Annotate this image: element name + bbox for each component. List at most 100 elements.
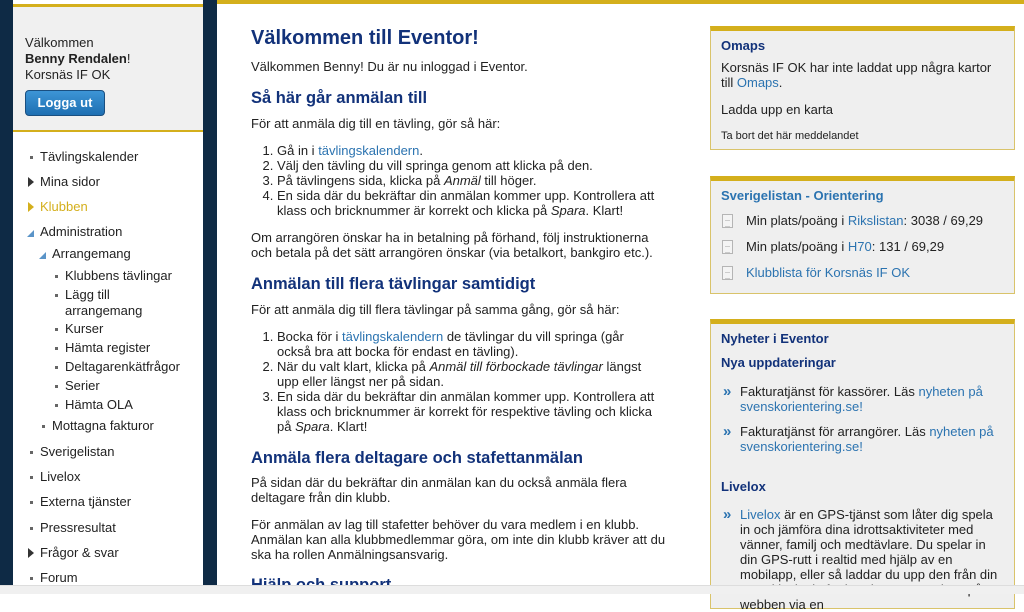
nav-externa-tjanster[interactable]: Externa tjänster (27, 494, 131, 510)
payment-text: Om arrangören önskar ha in betalning på … (251, 230, 653, 260)
left-frame (0, 0, 13, 593)
nav-administration[interactable]: Administration (27, 224, 122, 240)
rikslistan-link[interactable]: Rikslistan (848, 213, 904, 228)
sidebar: Välkommen Benny Rendalen! Korsnäs IF OK … (13, 0, 203, 593)
nav-mina-sidor[interactable]: Mina sidor (27, 174, 100, 190)
step-emphasis: Anmäl till förbockade tävlingar (429, 359, 603, 374)
step-item: När du valt klart, klicka på Anmäl till … (277, 359, 661, 389)
expand-arrow-icon (27, 199, 37, 215)
collapse-arrow-icon (27, 224, 37, 240)
nav-pressresultat[interactable]: Pressresultat (27, 520, 116, 536)
nav-label: Klubbens tävlingar (65, 268, 172, 283)
bullet-icon (52, 359, 62, 375)
bullet-icon (27, 570, 37, 586)
bullet-icon (52, 378, 62, 394)
collapse-arrow-icon (39, 246, 49, 262)
bullet-icon (52, 287, 62, 303)
section1-lead: För att anmäla dig till en tävling, gör … (251, 116, 501, 131)
step-text: Gå in i (277, 143, 319, 158)
bullet-icon (39, 418, 49, 434)
h70-link[interactable]: H70 (848, 239, 872, 254)
exclaim: ! (126, 51, 131, 66)
nav-label: Kurser (65, 321, 104, 336)
nav-kurser[interactable]: Kurser (52, 321, 103, 337)
upload-map-link[interactable]: Ladda upp en karta (721, 102, 1006, 117)
h70-row: Min plats/poäng i H70: 131 / 69,29 (746, 239, 1024, 254)
nav-forum[interactable]: Forum (27, 570, 78, 586)
nav-livelox[interactable]: Livelox (27, 469, 80, 485)
step-item: En sida där du bekräftar din anmälan kom… (277, 389, 661, 434)
punctuation: . (778, 75, 783, 90)
registration-steps: Gå in i tävlingskalendern. Välj den tävl… (251, 143, 661, 218)
nav-lagg-till-arrangemang[interactable]: Lägg till arrangemang (52, 287, 162, 319)
nav-tavlingskalender[interactable]: Tävlingskalender (27, 149, 138, 165)
nav-label: Forum (40, 570, 78, 585)
step-text: . Klart! (329, 419, 368, 434)
logout-button[interactable]: Logga ut (25, 90, 105, 116)
welcome-label: Välkommen (25, 35, 94, 50)
row-label: Min plats/poäng i (746, 239, 848, 254)
nav-arrangemang[interactable]: Arrangemang (39, 246, 131, 262)
bullet-icon (52, 321, 62, 337)
nav-serier[interactable]: Serier (52, 378, 100, 394)
nav-deltagarenkatfragor[interactable]: Deltagarenkätfrågor (52, 359, 180, 375)
sidebar-divider (203, 0, 217, 593)
step-item: En sida där du bekräftar din anmälan kom… (277, 188, 661, 218)
document-icon (722, 214, 733, 228)
nav-label: Mottagna fakturor (52, 418, 154, 433)
nav-fragor-svar[interactable]: Frågor & svar (27, 545, 119, 561)
nav-hamta-ola[interactable]: Hämta OLA (52, 397, 133, 413)
news-item: Fakturatjänst för arrangörer. Läs nyhete… (740, 424, 1005, 454)
klubblista-link[interactable]: Klubblista för Korsnäs IF OK (746, 265, 910, 280)
nav-label: Lägg till arrangemang (65, 287, 143, 318)
nav-klubben[interactable]: Klubben (27, 199, 88, 215)
nav-label: Hämta register (65, 340, 151, 355)
nav-label: Deltagarenkätfrågor (65, 359, 180, 374)
bullet-icon (52, 268, 62, 284)
omaps-link[interactable]: Omaps (737, 75, 779, 90)
nav-label: Klubben (40, 199, 88, 214)
tavlingskalendern-link[interactable]: tävlingskalendern (342, 329, 443, 344)
nav-label: Arrangemang (52, 246, 131, 261)
sverigelistan-box: Sverigelistan - Orientering Min plats/po… (710, 176, 1015, 294)
news-text: Fakturatjänst för kassörer. Läs (740, 384, 919, 399)
welcome-text: Välkommen Benny Rendalen! Korsnäs IF OK (25, 35, 130, 83)
section-heading-registration: Så här går anmälan till (251, 89, 428, 107)
omaps-title: Omaps (721, 38, 766, 53)
document-icon (722, 266, 733, 280)
nav-mottagna-fakturor[interactable]: Mottagna fakturor (39, 418, 154, 434)
expand-arrow-icon (27, 545, 37, 561)
nav-label: Frågor & svar (40, 545, 119, 560)
bullet-icon (27, 494, 37, 510)
double-chevron-icon: » (723, 423, 732, 440)
tavlingskalendern-link[interactable]: tävlingskalendern (318, 143, 419, 158)
nav-sverigelistan[interactable]: Sverigelistan (27, 444, 114, 460)
sverigelistan-title: Sverigelistan - Orientering (721, 188, 884, 203)
nav-hamta-register[interactable]: Hämta register (52, 340, 150, 356)
step-emphasis: Anmäl (443, 173, 481, 188)
remove-message-link[interactable]: Ta bort det här meddelandet (721, 129, 1006, 144)
livelox-description: är en GPS-tjänst som låter dig spela in … (740, 507, 998, 612)
row-value: : 3038 / 69,29 (903, 213, 984, 228)
bullet-icon (52, 397, 62, 413)
bullet-icon (27, 149, 37, 165)
section-heading-relay: Anmäla flera deltagare och stafettanmäla… (251, 449, 583, 467)
news-title: Nyheter i Eventor (721, 331, 829, 346)
step-text: . Klart! (585, 203, 624, 218)
step-item: Bocka för i tävlingskalendern de tävling… (277, 329, 661, 359)
bullet-icon (27, 520, 37, 536)
nav-klubbens-tavlingar[interactable]: Klubbens tävlingar (52, 268, 172, 284)
expand-arrow-icon (27, 174, 37, 190)
section2-lead: För att anmäla dig till flera tävlingar … (251, 302, 620, 317)
news-text: Fakturatjänst för arrangörer. Läs (740, 424, 930, 439)
news-subtitle: Nya uppdateringar (721, 355, 836, 370)
nav-label: Serier (65, 378, 100, 393)
document-icon (722, 240, 733, 254)
step-emphasis: Spara (550, 203, 586, 218)
livelox-link[interactable]: Livelox (740, 507, 780, 522)
news-item: Fakturatjänst för kassörer. Läs nyheten … (740, 384, 1005, 414)
livelox-text: Livelox är en GPS-tjänst som låter dig s… (740, 507, 1005, 612)
multiple-steps: Bocka för i tävlingskalendern de tävling… (251, 329, 661, 434)
section3-p2: För anmälan av lag till stafetter behöve… (251, 517, 666, 562)
nav-label: Mina sidor (40, 174, 100, 189)
